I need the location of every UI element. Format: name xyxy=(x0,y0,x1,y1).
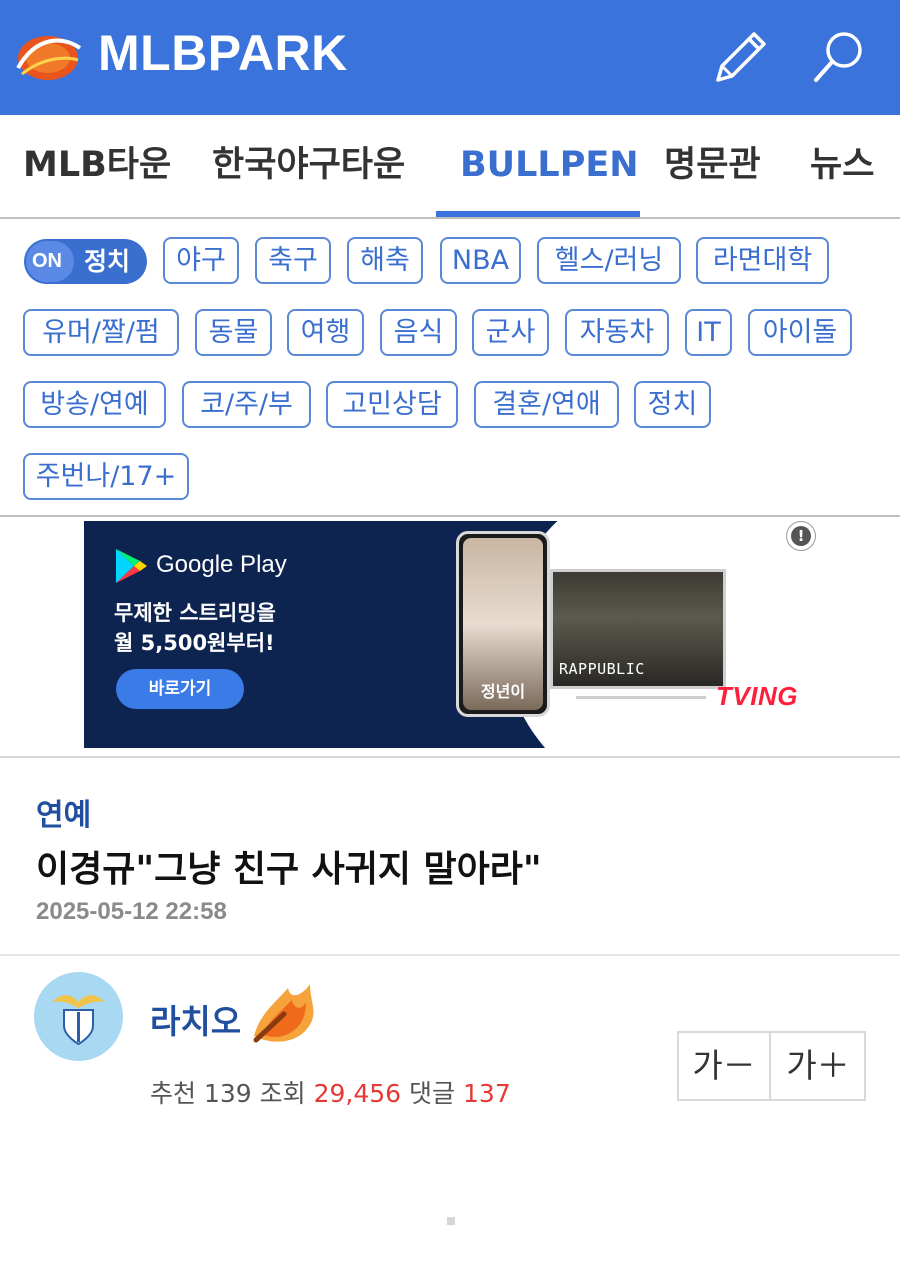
article-category[interactable]: 연예 xyxy=(36,790,91,834)
font-increase-button[interactable]: 가＋ xyxy=(772,1033,864,1099)
ad-headline-2: 월 5,500원부터! xyxy=(114,631,275,655)
tab-hall-of-fame[interactable]: 명문관 xyxy=(664,115,761,217)
tag-stocks-realestate[interactable]: 코/주/부 xyxy=(182,381,311,428)
search-icon[interactable] xyxy=(808,26,870,88)
phone-caption: 정년이 xyxy=(480,682,526,701)
mlbpark-logo-icon[interactable] xyxy=(12,30,84,86)
divider xyxy=(0,954,900,956)
tag-advice[interactable]: 고민상담 xyxy=(326,381,458,428)
tag-politics[interactable]: 정치 xyxy=(634,381,711,428)
tv-stand xyxy=(576,691,706,699)
tab-bullpen[interactable]: BULLPEN xyxy=(460,115,639,217)
pencil-icon[interactable] xyxy=(710,26,772,88)
tag-baseball[interactable]: 야구 xyxy=(163,237,239,284)
scroll-indicator xyxy=(447,1217,455,1225)
ad-banner[interactable]: Google Play 무제한 스트리밍을 월 5,500원부터! 바로가기 정… xyxy=(84,521,818,748)
author-name[interactable]: 라치오 xyxy=(150,995,241,1043)
tag-nba[interactable]: NBA xyxy=(440,237,521,284)
tag-food[interactable]: 음식 xyxy=(380,309,457,356)
tab-mlb-town[interactable]: MLB타운 xyxy=(23,115,171,217)
article-date: 2025-05-12 22:58 xyxy=(36,898,227,925)
comments-label: 댓글 xyxy=(409,1079,456,1108)
tv-title: RAPPUBLIC xyxy=(559,660,645,678)
font-size-controls: 가－ 가＋ xyxy=(677,1031,866,1101)
tag-idol[interactable]: 아이돌 xyxy=(748,309,852,356)
phone-screen: 정년이 xyxy=(463,538,543,710)
tag-cars[interactable]: 자동차 xyxy=(565,309,669,356)
tag-health-running[interactable]: 헬스/러닝 xyxy=(537,237,681,284)
tag-animals[interactable]: 동물 xyxy=(195,309,272,356)
tag-military[interactable]: 군사 xyxy=(472,309,549,356)
views-count: 29,456 xyxy=(313,1079,402,1108)
google-play-icon xyxy=(116,549,147,583)
font-decrease-button[interactable]: 가－ xyxy=(679,1033,771,1099)
tab-korea-baseball-town[interactable]: 한국야구타운 xyxy=(212,115,405,217)
ad-info-glyph: ! xyxy=(791,526,811,546)
article-stats: 추천 139 조회 29,456 댓글 137 xyxy=(150,1074,511,1110)
site-logo-text[interactable]: MLBPARK xyxy=(98,24,348,82)
ad-store-name: Google Play xyxy=(156,551,287,578)
ad-tv-image: RAPPUBLIC xyxy=(550,569,726,689)
tag-humor[interactable]: 유머/짤/펌 xyxy=(23,309,179,356)
active-tab-indicator xyxy=(436,211,640,217)
top-header: MLBPARK xyxy=(0,0,900,115)
tving-logo: TVING xyxy=(716,681,798,711)
main-nav: MLB타운 한국야구타운 BULLPEN 명문관 뉴스 xyxy=(0,115,900,219)
ad-info-icon[interactable]: ! xyxy=(786,521,816,551)
tag-broadcast[interactable]: 방송/연예 xyxy=(23,381,166,428)
lazio-crest-icon xyxy=(34,972,123,1061)
tab-news[interactable]: 뉴스 xyxy=(810,115,874,217)
recommend-label: 추천 xyxy=(150,1079,197,1108)
recommend-count: 139 xyxy=(203,1079,252,1108)
tag-adult[interactable]: 주번나/17+ xyxy=(23,453,189,500)
tag-dating[interactable]: 결혼/연애 xyxy=(474,381,619,428)
views-label: 조회 xyxy=(259,1079,306,1108)
toggle-state: ON xyxy=(32,250,62,272)
tag-it[interactable]: IT xyxy=(685,309,732,356)
tag-soccer[interactable]: 축구 xyxy=(255,237,331,284)
fire-badge-icon xyxy=(253,984,314,1043)
tag-overseas-soccer[interactable]: 해축 xyxy=(347,237,423,284)
avatar[interactable] xyxy=(34,972,123,1061)
politics-filter-toggle[interactable]: ON 정치 xyxy=(24,239,147,284)
article-title: 이경규"그냥 친구 사귀지 말아라" xyxy=(36,849,542,890)
comments-count[interactable]: 137 xyxy=(463,1079,511,1108)
toggle-label: 정치 xyxy=(84,247,131,276)
tag-ramen-univ[interactable]: 라면대학 xyxy=(696,237,829,284)
ad-cta-button[interactable]: 바로가기 xyxy=(116,669,244,709)
ad-headline-1: 무제한 스트리밍을 xyxy=(114,601,276,625)
tag-travel[interactable]: 여행 xyxy=(287,309,364,356)
ad-phone-image: 정년이 xyxy=(456,531,550,717)
